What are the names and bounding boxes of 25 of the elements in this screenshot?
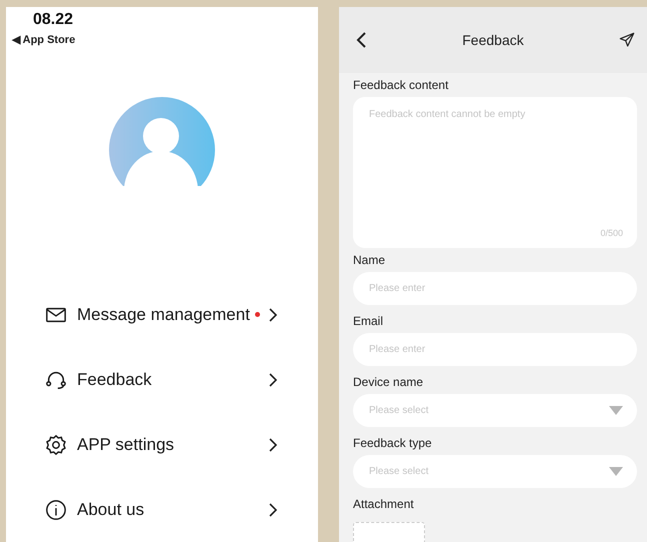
field-label: Attachment	[353, 497, 415, 511]
screen-title: Feedback	[461, 32, 525, 48]
field-label: Email	[353, 314, 384, 328]
field-label: Device name	[353, 375, 424, 389]
menu-item[interactable]: About us	[77, 500, 144, 520]
send-icon[interactable]	[619, 32, 635, 48]
dropdown-arrow-icon	[609, 467, 623, 476]
chevron-icon[interactable]	[268, 502, 278, 518]
chevron-icon[interactable]	[268, 372, 278, 388]
character-counter: 0/500	[600, 228, 623, 238]
field-label: Feedback type	[353, 436, 433, 450]
menu-item[interactable]: Feedback	[77, 370, 152, 390]
back-link[interactable]: ◀ App Store	[12, 33, 76, 46]
chevron-icon[interactable]	[268, 306, 278, 322]
avatar-icon	[108, 96, 216, 188]
menu-item[interactable]: APP settings	[77, 434, 174, 454]
info-icon	[45, 498, 67, 520]
back-icon[interactable]	[355, 31, 367, 49]
status-time: 08.22	[33, 11, 74, 29]
settings-icon	[45, 434, 67, 456]
field-label: Feedback content	[353, 78, 450, 92]
field-label: Name	[353, 253, 386, 267]
dropdown-arrow-icon	[609, 406, 623, 415]
menu-item[interactable]: Message management	[77, 304, 250, 324]
chevron-icon[interactable]	[268, 436, 278, 452]
